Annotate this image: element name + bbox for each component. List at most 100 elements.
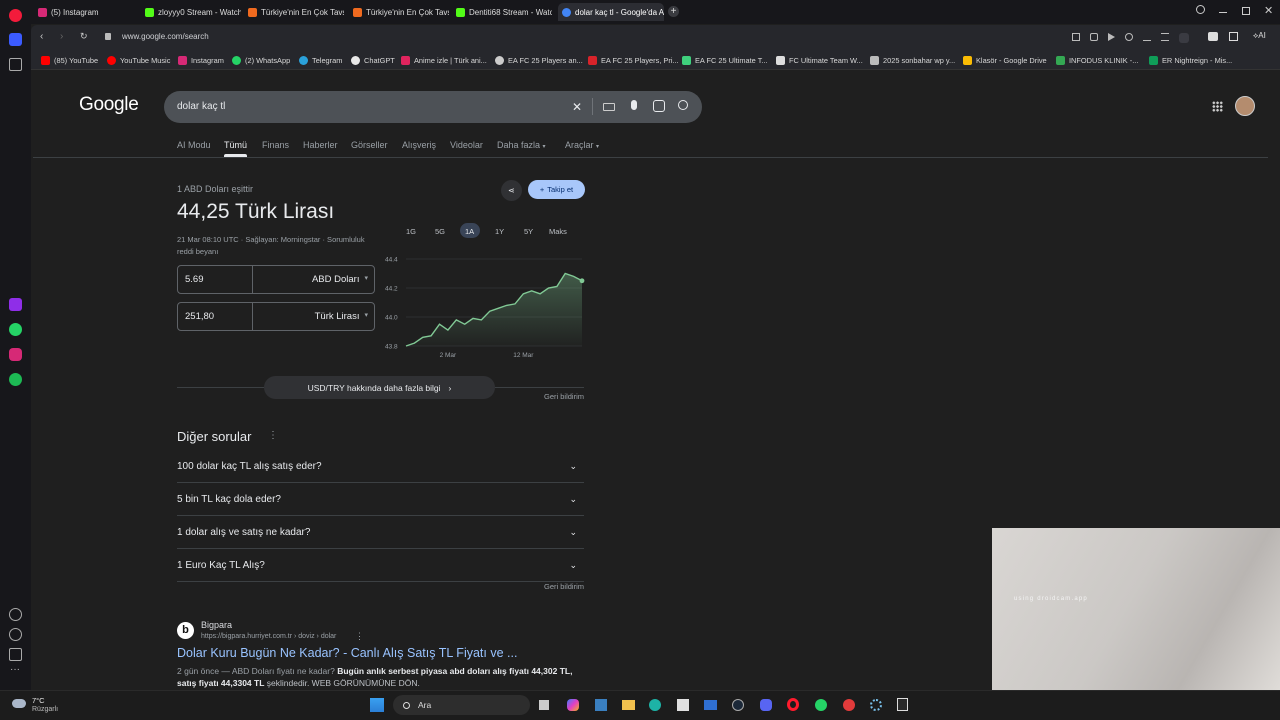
epic-games-icon[interactable]: [897, 698, 908, 711]
bookmark-anime[interactable]: Anime izle | Türk ani...: [401, 56, 487, 65]
tab-all[interactable]: Tümü: [224, 140, 247, 150]
tab-instagram[interactable]: (5) Instagram: [34, 3, 134, 21]
result-title-link[interactable]: Dolar Kuru Bugün Ne Kadar? - Canlı Alış …: [177, 646, 517, 660]
result-options-icon[interactable]: ⋮: [355, 631, 364, 642]
to-amount-input[interactable]: 251,80: [185, 311, 214, 322]
exchange-rate-chart[interactable]: 43.8 44.0 44.2 44.4 2 Mar 12 Mar: [380, 250, 590, 364]
avatar[interactable]: [1235, 96, 1255, 116]
tab-tools[interactable]: Araçlar ▾: [565, 140, 599, 150]
cube-icon[interactable]: [1229, 32, 1238, 41]
edge-icon[interactable]: [649, 699, 661, 711]
tab-site-1[interactable]: Türkiye'nin En Çok Tavsiye: [244, 3, 344, 21]
forward-button[interactable]: ›: [60, 31, 63, 42]
from-amount-input[interactable]: 5.69: [185, 274, 204, 285]
windows-start-icon[interactable]: [370, 698, 384, 712]
menu-icon[interactable]: [1161, 33, 1169, 41]
search-box[interactable]: [164, 91, 702, 123]
mail-icon[interactable]: [704, 700, 717, 710]
instagram-icon[interactable]: [9, 348, 22, 361]
search-input[interactable]: dolar kaç tl: [177, 101, 225, 112]
back-button[interactable]: ‹: [40, 31, 43, 42]
whatsapp-icon[interactable]: [815, 699, 827, 711]
google-apps-icon[interactable]: [1212, 101, 1223, 112]
bookmark-nightreign[interactable]: ER Nightreign - Mis...: [1149, 56, 1232, 65]
result-url[interactable]: https://bigpara.hurriyet.com.tr › doviz …: [201, 633, 336, 640]
question-item[interactable]: 100 dolar kaç TL alış satış eder? ⌄: [177, 450, 584, 483]
range-1d[interactable]: 1G: [406, 227, 416, 236]
bookmark-youtube-music[interactable]: YouTube Music: [107, 56, 170, 65]
result-site-name[interactable]: Bigpara: [201, 620, 232, 630]
reload-button[interactable]: ↻: [80, 31, 88, 42]
opera-logo-icon[interactable]: [9, 9, 22, 22]
from-currency-select[interactable]: ABD Doları ▾: [262, 274, 368, 285]
range-1y[interactable]: 1Y: [495, 227, 504, 236]
copilot-icon[interactable]: [567, 699, 579, 711]
microphone-icon[interactable]: [631, 100, 637, 110]
bookmark-whatsapp[interactable]: (2) WhatsApp: [232, 56, 290, 65]
lens-icon[interactable]: [653, 100, 665, 112]
bookmark-eafc-3[interactable]: EA FC 25 Ultimate T...: [682, 56, 768, 65]
apps-icon[interactable]: [9, 298, 22, 311]
google-logo[interactable]: Google: [79, 94, 139, 116]
minimize-button[interactable]: [1219, 12, 1227, 13]
taskbar-search[interactable]: Ara: [393, 695, 530, 715]
whatsapp-icon[interactable]: [9, 323, 22, 336]
task-view-icon[interactable]: [539, 700, 549, 710]
bookmark-fc-team[interactable]: FC Ultimate Team W...: [776, 56, 863, 65]
tab-kick-1[interactable]: zloyyy0 Stream - Watch Li: [141, 3, 241, 21]
feedback-link[interactable]: Geri bildirim: [544, 392, 584, 401]
new-tab-button[interactable]: +: [668, 6, 679, 17]
maximize-button[interactable]: [1242, 7, 1250, 15]
weather-temp[interactable]: 7°C: [32, 696, 45, 705]
tab-more[interactable]: Daha fazla ▾: [497, 140, 546, 150]
more-info-button[interactable]: USD/TRY hakkında daha fazla bilgi ›: [264, 376, 495, 399]
more-icon[interactable]: ···: [10, 664, 20, 675]
bookmark-eafc-1[interactable]: EA FC 25 Players an...: [495, 56, 583, 65]
follow-button[interactable]: + Takip et: [528, 180, 585, 199]
tab-site-2[interactable]: Türkiye'nin En Çok Tavsiye: [349, 3, 449, 21]
tab-finance[interactable]: Finans: [262, 140, 289, 150]
wallet-icon[interactable]: [1208, 32, 1218, 41]
to-currency-select[interactable]: Türk Lirası ▾: [262, 311, 368, 322]
bookmark-eafc-2[interactable]: EA FC 25 Players, Pri...: [588, 56, 679, 65]
play-icon[interactable]: [1108, 33, 1115, 41]
steam-icon[interactable]: [732, 699, 744, 711]
camera-icon[interactable]: [1090, 33, 1098, 41]
keyboard-icon[interactable]: [603, 103, 615, 111]
close-window-button[interactable]: ✕: [1264, 4, 1273, 17]
spotify-icon[interactable]: [9, 373, 22, 386]
tab-google-active[interactable]: dolar kaç tl - Google'da A: [558, 3, 664, 21]
range-max[interactable]: Maks: [549, 227, 567, 236]
question-item[interactable]: 1 dolar alış ve satış ne kadar? ⌄: [177, 516, 584, 549]
tab-videos[interactable]: Videolar: [450, 140, 483, 150]
settings-icon[interactable]: [870, 699, 882, 711]
bookmark-google-drive[interactable]: Klasör - Google Drive: [963, 56, 1047, 65]
bookmark-infodus[interactable]: INFODUS KLINIK -...: [1056, 56, 1138, 65]
opera-icon[interactable]: [787, 698, 799, 711]
bookmark-sonbahar[interactable]: 2025 sonbahar wp y...: [870, 56, 955, 65]
clear-icon[interactable]: ✕: [572, 100, 582, 114]
app-icon[interactable]: [677, 699, 689, 711]
questions-feedback-link[interactable]: Geri bildirim: [544, 582, 584, 591]
profile-icon[interactable]: [1179, 33, 1189, 43]
range-5d[interactable]: 5G: [435, 227, 445, 236]
discord-icon[interactable]: [760, 699, 772, 711]
tab-shopping[interactable]: Alışveriş: [402, 140, 436, 150]
bookmark-chatgpt[interactable]: ChatGPT: [351, 56, 395, 65]
folder-icon[interactable]: [622, 700, 635, 710]
install-icon[interactable]: [1072, 33, 1080, 41]
url-field[interactable]: www.google.com/search: [122, 32, 209, 41]
tab-kick-2[interactable]: Dentiti68 Stream - Watch: [452, 3, 552, 21]
history-icon[interactable]: [9, 628, 22, 641]
weather-icon[interactable]: [12, 699, 26, 708]
home-icon[interactable]: [9, 33, 22, 46]
search-tabs-icon[interactable]: [1196, 5, 1205, 14]
aria-ai-button[interactable]: ⟡AI: [1253, 31, 1266, 41]
star-icon[interactable]: [9, 58, 22, 71]
more-options-icon[interactable]: ⋮: [268, 430, 278, 441]
heart-icon[interactable]: [1125, 33, 1133, 41]
extensions-icon[interactable]: [9, 648, 22, 661]
bookmark-telegram[interactable]: Telegram: [299, 56, 342, 65]
range-5y[interactable]: 5Y: [524, 227, 533, 236]
question-item[interactable]: 1 Euro Kaç TL Alış? ⌄: [177, 549, 584, 582]
